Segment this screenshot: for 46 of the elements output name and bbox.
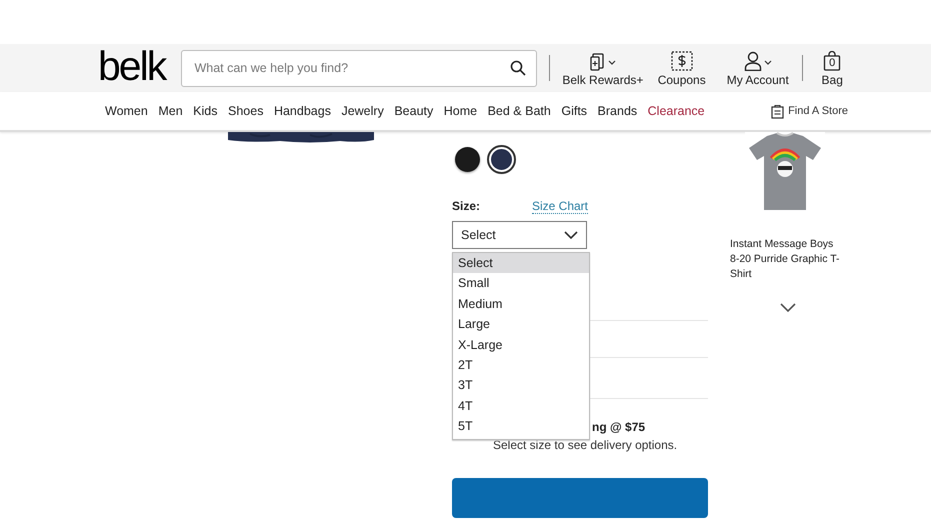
- header-link[interactable]: Bag: [822, 72, 843, 86]
- dropdown-option[interactable]: Select: [453, 253, 589, 274]
- dropdown-option[interactable]: 3T: [453, 375, 589, 396]
- person-icon: [744, 50, 762, 70]
- nav-link[interactable]: Handbags: [274, 104, 331, 118]
- nav-link[interactable]: Home: [444, 104, 478, 118]
- card-icon: [590, 52, 606, 70]
- dropdown-option[interactable]: 5T: [453, 416, 589, 437]
- nav-link[interactable]: Beauty: [394, 104, 434, 118]
- size-label: Size:: [452, 199, 480, 214]
- dropdown-option[interactable]: 2T: [453, 354, 589, 376]
- header-link[interactable]: Coupons: [658, 72, 706, 86]
- nav-link[interactable]: Bed & Bath: [488, 104, 551, 118]
- nav-link[interactable]: Jewelry: [341, 104, 384, 118]
- color-swatch[interactable]: [455, 147, 480, 172]
- size-select[interactable]: Select: [452, 221, 587, 249]
- nav-link[interactable]: Clearance: [648, 104, 705, 118]
- search-field[interactable]: What can we help you find?: [181, 50, 538, 86]
- caret-icon: [764, 58, 772, 64]
- header-link[interactable]: My Account: [726, 72, 789, 86]
- dropdown-option[interactable]: Medium: [453, 294, 589, 314]
- dropdown-option[interactable]: X-Large: [453, 334, 589, 355]
- nav-link[interactable]: Shoes: [228, 104, 264, 118]
- store-icon: [771, 104, 784, 118]
- nav-link[interactable]: Men: [158, 104, 183, 118]
- nav-link[interactable]: Women: [105, 104, 148, 118]
- color-swatch[interactable]: [489, 147, 514, 172]
- nav-link[interactable]: Brands: [598, 104, 638, 118]
- nav-link[interactable]: Gifts: [561, 104, 588, 118]
- caret-icon: [608, 58, 616, 64]
- search-icon: [510, 60, 526, 76]
- nav-link[interactable]: Kids: [193, 104, 218, 118]
- shipping-title: ng @ $75: [592, 420, 646, 435]
- logo[interactable]: belk: [98, 46, 182, 86]
- chevron-down-icon: [564, 231, 578, 239]
- header-link[interactable]: Belk Rewards+: [562, 72, 644, 86]
- store-link[interactable]: Find A Store: [788, 105, 848, 117]
- chevron-down-icon: [780, 303, 796, 312]
- dropdown-option[interactable]: Large: [453, 314, 589, 335]
- shipping-note: Select size to see delivery options.: [493, 438, 678, 452]
- size-chart-link[interactable]: Size Chart: [532, 199, 588, 214]
- dropdown-option[interactable]: Small: [453, 273, 589, 294]
- product-title[interactable]: Instant Message Boys 8-20 Purride Graphic T-Shirt: [730, 237, 840, 282]
- bag-count: 0: [828, 56, 836, 68]
- dropdown-option[interactable]: 4T: [453, 396, 589, 416]
- coupon-icon: [670, 50, 693, 70]
